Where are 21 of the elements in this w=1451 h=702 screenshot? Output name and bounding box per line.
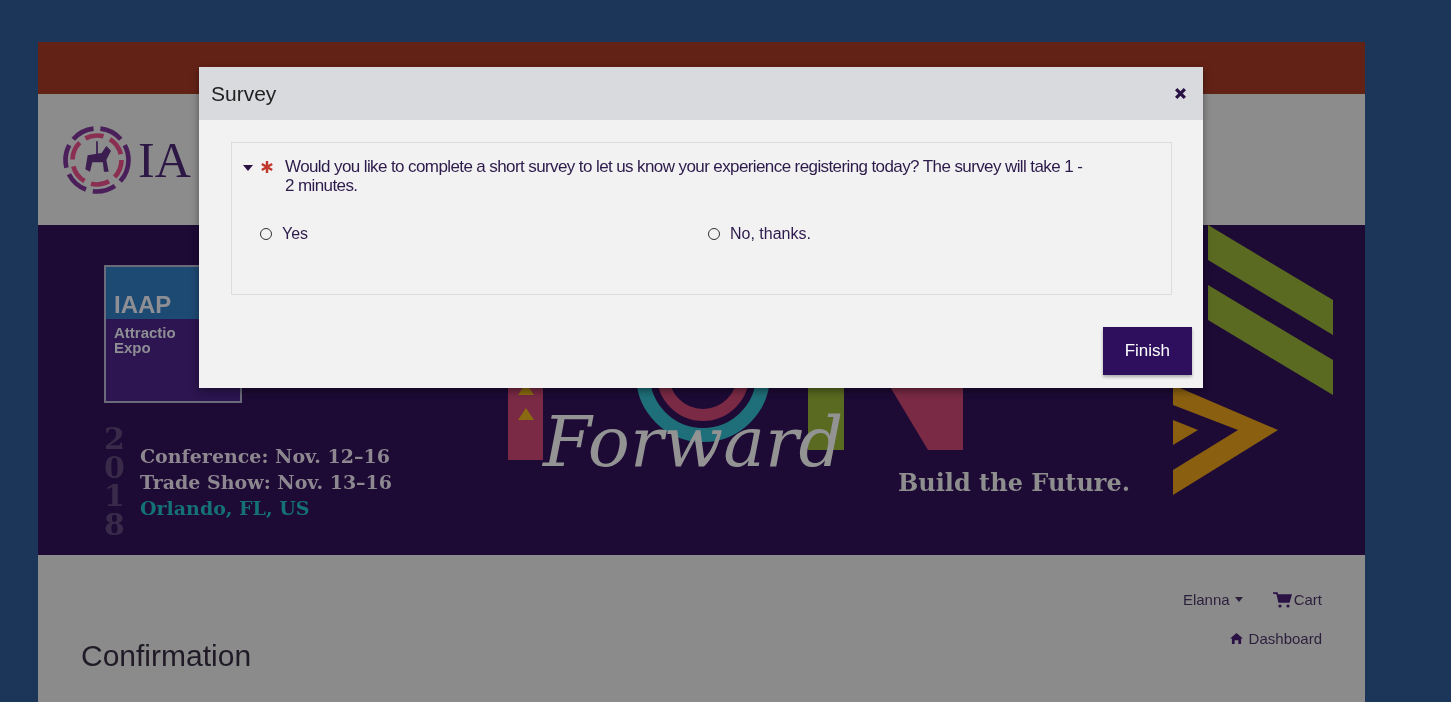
banner-tagline: Build the Future. <box>898 468 1131 497</box>
collapse-caret-icon[interactable] <box>243 163 253 173</box>
caret-icon <box>1234 597 1243 602</box>
page-title: Confirmation <box>81 639 252 673</box>
radio-option[interactable]: No, thanks. <box>708 225 811 243</box>
close-button[interactable] <box>1172 85 1189 102</box>
dialog-title: Survey <box>211 81 277 106</box>
event-location: Orlando, FL, US <box>140 497 311 519</box>
event-date: Conference: Nov. 12–16 <box>140 445 391 467</box>
banner-headline: Forward <box>543 401 844 483</box>
cart-icon <box>1272 591 1293 608</box>
dashboard-link[interactable]: Dashboard <box>1229 628 1322 648</box>
logo-text: IA <box>138 130 191 189</box>
question-text: Would you like to complete a short survey to let us know your experience registering today? The survey will take 1 - 2 minutes. <box>285 157 1084 195</box>
finish-button[interactable]: Finish <box>1102 327 1192 375</box>
carousel-logo-icon <box>62 124 132 195</box>
radio-option[interactable]: Yes <box>260 225 309 243</box>
cart-link[interactable]: Cart <box>1272 591 1322 608</box>
user-menu[interactable]: Elanna <box>1182 591 1243 608</box>
home-icon <box>1229 632 1243 644</box>
event-date: Trade Show: Nov. 13–16 <box>140 471 393 493</box>
